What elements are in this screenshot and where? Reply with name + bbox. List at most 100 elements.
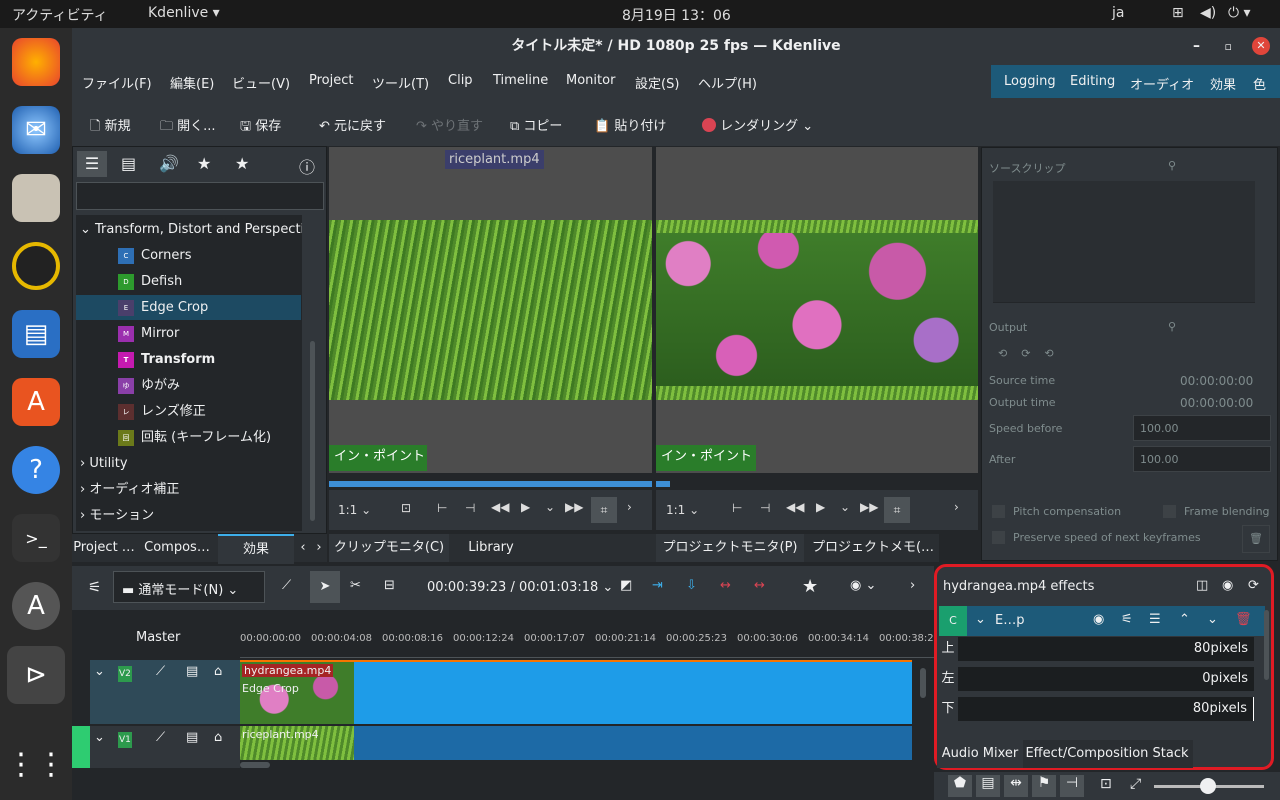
effect-defish[interactable]: D Defish — [76, 269, 301, 294]
workspace-audio[interactable]: オーディオ — [1130, 74, 1194, 93]
clip-overlay-icon[interactable]: ⊡ — [401, 501, 411, 515]
save-button[interactable]: 🖫 保存 — [240, 115, 281, 139]
menu-project[interactable]: Project — [309, 73, 353, 88]
list-icon[interactable]: ☰ — [77, 151, 107, 177]
lift-icon[interactable]: ↔ — [720, 578, 731, 593]
effect-distort[interactable]: ゆゆがみ — [76, 373, 301, 398]
effects-icon[interactable]: ⟋ — [156, 664, 165, 679]
power-icon[interactable]: ⏻ ▾ — [1228, 5, 1251, 21]
param-bottom[interactable]: 下 80pixels — [938, 697, 1254, 721]
frame-blending-checkbox[interactable] — [1163, 505, 1176, 518]
more-icon[interactable]: › — [910, 578, 915, 593]
crop-icon[interactable]: ⌗ — [884, 497, 910, 523]
param-top[interactable]: 上 80pixels — [938, 637, 1254, 661]
hide-track-icon[interactable]: ▤ — [186, 730, 198, 745]
effect-stack-scrollbar[interactable] — [1264, 610, 1269, 680]
video-effects-icon[interactable]: ▤ — [121, 154, 136, 173]
workspace-effects[interactable]: 効果 — [1210, 74, 1236, 93]
tree-group-motion[interactable]: › モーション — [80, 503, 302, 528]
marker-icon[interactable]: ⚑ — [1032, 775, 1056, 797]
tab-audio-mixer[interactable]: Audio Mixer — [937, 740, 1023, 768]
source-time-value[interactable]: 00:00:00:00 — [1180, 374, 1253, 388]
collapse-icon[interactable]: ⌄ — [975, 612, 986, 627]
audio-wave-icon[interactable]: ⇹ — [1004, 775, 1028, 797]
app-menu-button[interactable]: Kdenlive ▾ — [148, 5, 220, 21]
favorite-icon[interactable]: ★ — [802, 576, 818, 597]
clip-riceplant[interactable]: riceplant.mp4 — [240, 726, 354, 760]
effects-icon[interactable]: ⟋ — [156, 730, 165, 745]
tab-project-monitor[interactable]: プロジェクトモニタ(P) — [656, 534, 804, 562]
tab-clip-monitor[interactable]: クリップモニタ(C) — [329, 534, 449, 562]
eye-icon[interactable]: ◉ — [1222, 578, 1233, 593]
clip-monitor[interactable]: riceplant.mp4 イン・ポイント — [329, 147, 652, 473]
track-name[interactable]: V1 — [118, 732, 132, 748]
snap-icon[interactable]: ⊣ — [1060, 775, 1084, 797]
delete-icon[interactable]: 🗑 — [1235, 612, 1252, 627]
redo-button[interactable]: ↷ やり直す — [416, 115, 483, 134]
crop-icon[interactable]: ⌗ — [591, 497, 617, 523]
menu-icon[interactable]: ☰ — [1149, 612, 1161, 627]
new-button[interactable]: 🗋 新規 — [90, 115, 131, 139]
move-up-icon[interactable]: ⌃ — [1179, 612, 1190, 627]
open-button[interactable]: 🗀 開く... — [160, 115, 216, 139]
compare-icon[interactable]: ◫ — [1196, 578, 1208, 593]
clock[interactable]: 8月19日 13：06 — [622, 5, 731, 25]
close-icon[interactable]: ✕ — [1252, 37, 1270, 55]
set-out-icon[interactable]: ⊣ — [760, 501, 770, 515]
hide-track-icon[interactable]: ▤ — [186, 664, 198, 679]
play-icon[interactable]: ▶ — [521, 500, 530, 514]
minimize-icon[interactable]: – — [1193, 28, 1200, 65]
lock-icon[interactable]: ⚲ — [1168, 159, 1176, 172]
output-time-value[interactable]: 00:00:00:00 — [1180, 396, 1253, 410]
terminal-icon[interactable]: >_ — [12, 514, 60, 562]
kdenlive-icon[interactable]: ⊳ — [7, 646, 65, 704]
tab-scroll-left-icon[interactable]: ‹ — [296, 534, 310, 562]
track-name[interactable]: V2 — [118, 666, 132, 682]
lock-track-icon[interactable]: ⌂ — [214, 730, 222, 745]
paste-button[interactable]: 📋 貼り付け — [594, 115, 666, 134]
play-menu-icon[interactable]: ⌄ — [545, 500, 555, 514]
play-menu-icon[interactable]: ⌄ — [840, 500, 850, 514]
set-in-icon[interactable]: ⊢ — [437, 501, 447, 515]
timeline-ruler[interactable]: 00:00:00:00 00:00:04:08 00:00:08:16 00:0… — [240, 628, 934, 658]
track-v2-area[interactable]: hydrangea.mp4 Edge Crop — [240, 660, 912, 724]
show-apps-icon[interactable]: ⋮⋮ — [6, 740, 66, 788]
menu-settings[interactable]: 設定(S) — [635, 73, 679, 92]
timeline-hscrollbar[interactable] — [240, 762, 270, 768]
clip-zoom-select[interactable]: 1:1 ⌄ — [338, 503, 371, 517]
lock-track-icon[interactable]: ⌂ — [214, 664, 222, 679]
track-settings-icon[interactable]: ⚟ — [88, 578, 101, 596]
more-icon[interactable]: › — [627, 500, 632, 514]
preserve-checkbox[interactable] — [992, 531, 1005, 544]
project-monitor[interactable]: イン・ポイント — [656, 147, 978, 473]
speed-before-input[interactable]: 100.00 — [1133, 415, 1271, 441]
workspace-logging[interactable]: Logging — [1004, 74, 1056, 89]
tab-project-notes[interactable]: プロジェクトメモ(… — [809, 534, 937, 562]
writer-icon[interactable]: ▤ — [12, 310, 60, 358]
tab-effect-stack[interactable]: Effect/Composition Stack — [1025, 740, 1189, 768]
maximize-icon[interactable]: ▫ — [1225, 28, 1232, 65]
files-icon[interactable] — [12, 174, 60, 222]
render-button[interactable]: レンダリング ⌄ — [702, 115, 813, 134]
clip-monitor-ruler[interactable] — [329, 473, 652, 489]
tab-compositions[interactable]: Compos… — [140, 534, 214, 562]
rewind-icon[interactable]: ◀◀ — [786, 500, 804, 514]
effect-edge-crop[interactable]: E Edge Crop — [76, 295, 301, 320]
effect-mirror[interactable]: M Mirror — [76, 321, 301, 346]
razor-edit-icon[interactable]: ⟋ — [282, 578, 291, 593]
tree-group-utility[interactable]: › Utility — [80, 451, 302, 476]
after-input[interactable]: 100.00 — [1133, 446, 1271, 472]
tree-group-transform[interactable]: ⌄ Transform, Distort and Perspective — [80, 217, 302, 242]
thumbnails-icon[interactable]: ▤ — [976, 775, 1000, 797]
collapse-icon[interactable]: ⌄ — [94, 730, 105, 745]
insert-icon[interactable]: ⇥ — [652, 578, 663, 593]
delete-icon[interactable]: 🗑 — [1242, 525, 1270, 553]
edit-mode-select[interactable]: ▬ 通常モード(N) ⌄ — [113, 571, 265, 603]
overwrite-icon[interactable]: ⇩ — [686, 578, 697, 593]
record-icon[interactable]: ◉ ⌄ — [850, 578, 876, 593]
effects-scrollbar[interactable] — [310, 341, 315, 521]
effect-lens-correction[interactable]: レレンズ修正 — [76, 399, 301, 424]
help-icon[interactable]: ? — [12, 446, 60, 494]
extract-icon[interactable]: ↔ — [754, 578, 765, 593]
copy-button[interactable]: ⧉ コピー — [510, 115, 562, 134]
